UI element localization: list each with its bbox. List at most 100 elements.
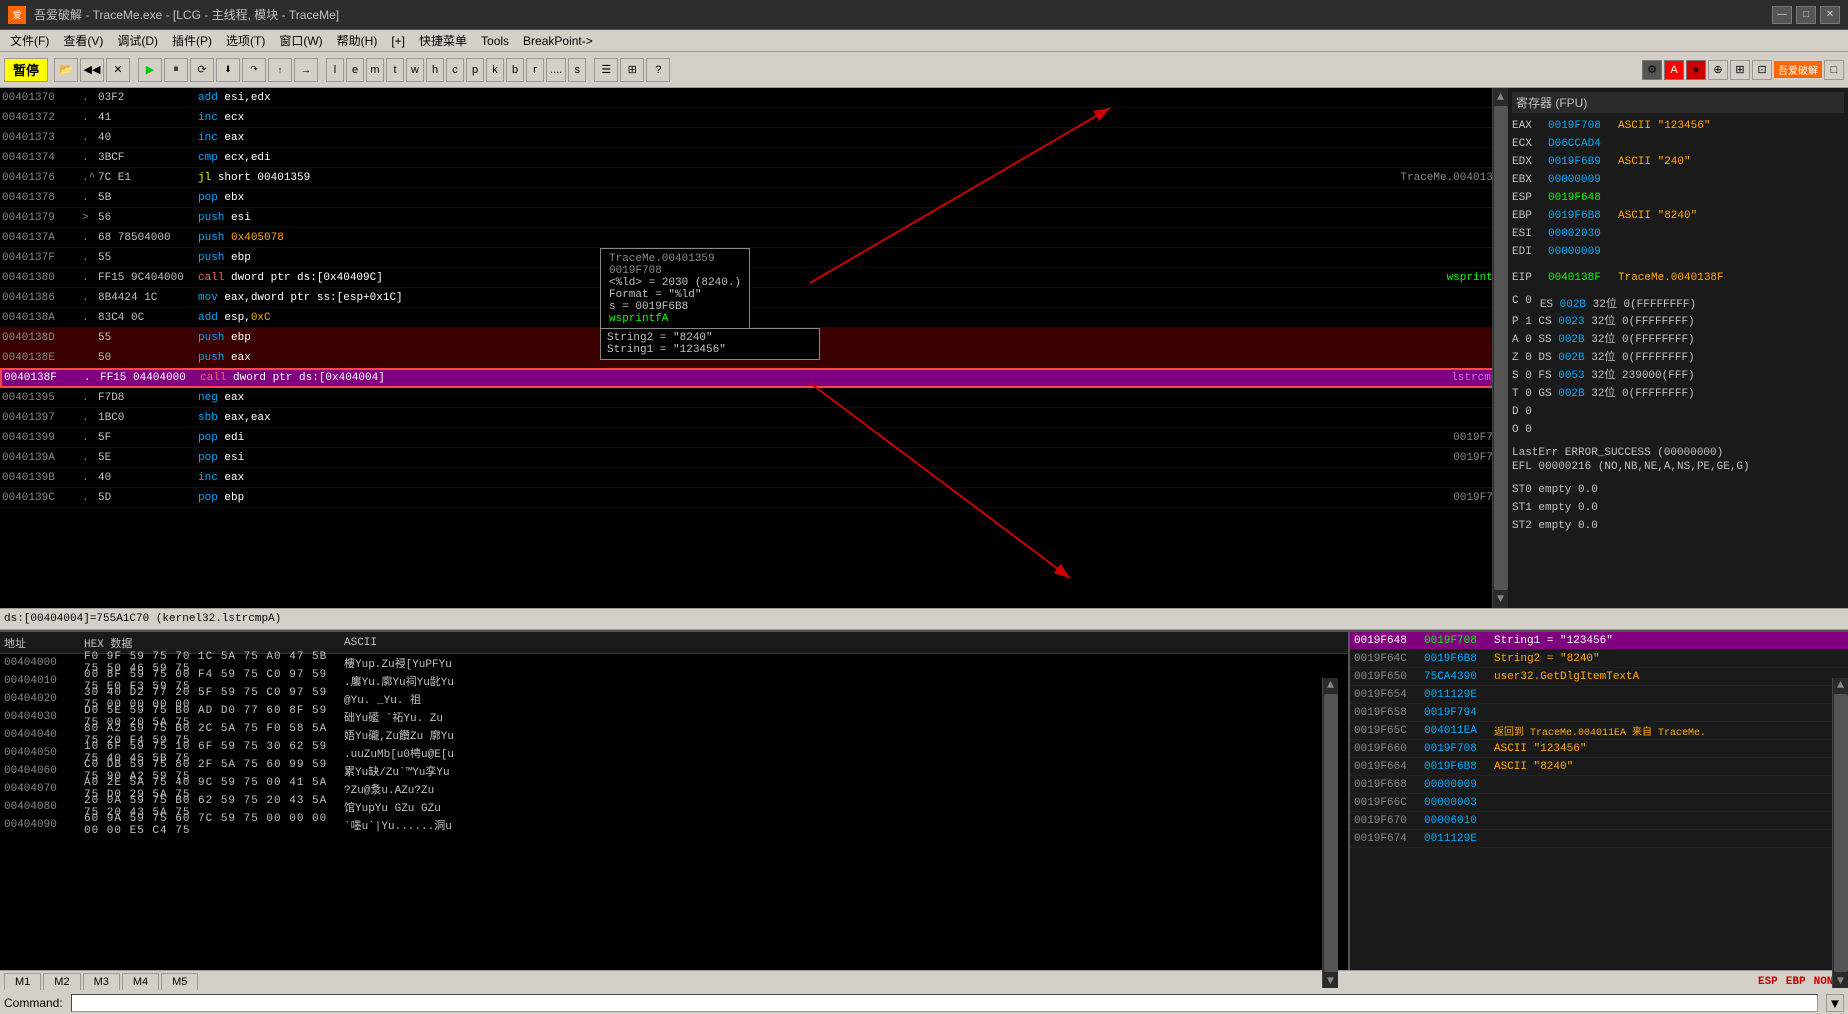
bottom-tabs-bar: M1 M2 M3 M4 M5 ESP EBP NONE	[0, 971, 1848, 993]
tb-r[interactable]: r	[526, 58, 544, 82]
tab-m4[interactable]: M4	[122, 973, 159, 990]
disasm-row[interactable]: 0040139A . 5E pop esi 0019F708	[0, 448, 1508, 468]
hex-scrollbar[interactable]: ▲ ▼	[1322, 678, 1338, 970]
tb-icon-3[interactable]: ●	[1686, 60, 1706, 80]
register-panel: 寄存器 (FPU) EAX 0019F708 ASCII "123456" EC…	[1508, 88, 1848, 608]
stack-row[interactable]: 0019F658 0019F794	[1350, 704, 1848, 722]
disasm-row[interactable]: 00401376 .^ 7C E1 jl short 00401359 Trac…	[0, 168, 1508, 188]
disasm-row[interactable]: 0040139C . 5D pop ebp 0019F708	[0, 488, 1508, 508]
menu-options[interactable]: 选项(T)	[220, 30, 271, 51]
tb-dots[interactable]: ....	[546, 58, 566, 82]
hex-row[interactable]: 00404090 60 9A 59 75 60 7C 59 75 00 00 0…	[0, 816, 1348, 834]
run-button[interactable]: ▶	[138, 58, 162, 82]
reg-esi: ESI 00002030	[1512, 225, 1844, 243]
tb-b[interactable]: b	[506, 58, 524, 82]
tb-c[interactable]: c	[446, 58, 464, 82]
disasm-row[interactable]: 0040139B . 40 inc eax	[0, 468, 1508, 488]
tb-icon-2[interactable]: A	[1664, 60, 1684, 80]
help-icon-button[interactable]: ?	[646, 58, 670, 82]
tb-h[interactable]: h	[426, 58, 444, 82]
tb-p[interactable]: p	[466, 58, 484, 82]
stack-row[interactable]: 0019F64C 0019F6B8 String2 = "8240"	[1350, 650, 1848, 668]
stack-row[interactable]: 0019F66C 00000003	[1350, 794, 1848, 812]
menu-view[interactable]: 查看(V)	[57, 30, 109, 51]
segment-regs: P 1 CS 0023 32位 0(FFFFFFFF) A 0 SS 002B …	[1512, 313, 1844, 439]
menu-shortcuts[interactable]: 快捷菜单	[413, 30, 473, 51]
status-bar: ds:[00404004]=755A1C70 (kernel32.lstrcmp…	[0, 608, 1848, 630]
tb-s[interactable]: s	[568, 58, 586, 82]
stack-scrollbar[interactable]: ▲ ▼	[1832, 678, 1848, 970]
stack-row[interactable]: 0019F660 0019F708 ASCII "123456"	[1350, 740, 1848, 758]
restart-button[interactable]: ⟳	[190, 58, 214, 82]
minimize-button[interactable]: —	[1772, 6, 1792, 24]
disasm-row[interactable]: 00401378 . 5B pop ebx	[0, 188, 1508, 208]
stack-row[interactable]: 0019F650 75CA4390 user32.GetDlgItemTextA	[1350, 668, 1848, 686]
disasm-row[interactable]: 0040137F . 55 push ebp	[0, 248, 1508, 268]
pause-button[interactable]: ⏸	[164, 58, 188, 82]
tb-icon-6[interactable]: ⊡	[1752, 60, 1772, 80]
tb-l[interactable]: l	[326, 58, 344, 82]
disasm-scrollbar[interactable]: ▲ ▼	[1492, 88, 1508, 608]
step-into-button[interactable]: ⬇	[216, 58, 240, 82]
menu-tools[interactable]: Tools	[475, 32, 515, 50]
tb-icon-7[interactable]: □	[1824, 60, 1844, 80]
window-controls: — □ ✕	[1772, 6, 1840, 24]
stack-row[interactable]: 0019F668 00000009	[1350, 776, 1848, 794]
disasm-row[interactable]: 00401386 . 8B4424 1C mov eax,dword ptr s…	[0, 288, 1508, 308]
back-button[interactable]: ◀◀	[80, 58, 104, 82]
footer-esp: ESP	[1758, 976, 1778, 988]
disasm-row[interactable]: 0040137A . 68 78504000 push 0x405078	[0, 228, 1508, 248]
disasm-row[interactable]: 00401374 . 3BCF cmp ecx,edi	[0, 148, 1508, 168]
tb-icon-5[interactable]: ⊞	[1730, 60, 1750, 80]
stack-row[interactable]: 0019F654 0011129E	[1350, 686, 1848, 704]
disasm-row[interactable]: 00401395 . F7D8 neg eax	[0, 388, 1508, 408]
menu-plus[interactable]: [+]	[385, 32, 411, 50]
disasm-row[interactable]: 00401379 > 56 push esi	[0, 208, 1508, 228]
stack-scroll-up[interactable]: ▲	[1837, 678, 1844, 692]
restore-button[interactable]: □	[1796, 6, 1816, 24]
tab-m1[interactable]: M1	[4, 973, 41, 990]
disasm-row[interactable]: 00401373 . 40 inc eax	[0, 128, 1508, 148]
step-out-button[interactable]: ↑	[268, 58, 292, 82]
disasm-row-call1[interactable]: 00401380 . FF15 9C404000 call dword ptr …	[0, 268, 1508, 288]
stack-row[interactable]: 0019F670 00006010	[1350, 812, 1848, 830]
disasm-row[interactable]: 00401397 . 1BC0 sbb eax,eax	[0, 408, 1508, 428]
tab-m2[interactable]: M2	[43, 973, 80, 990]
stack-row-highlighted[interactable]: 0019F648 0019F708 String1 = "123456"	[1350, 632, 1848, 650]
tb-icon-4[interactable]: ⊕	[1708, 60, 1728, 80]
disasm-row[interactable]: 00401399 . 5F pop edi 0019F708	[0, 428, 1508, 448]
tab-m3[interactable]: M3	[83, 973, 120, 990]
step-over-button[interactable]: ↷	[242, 58, 266, 82]
menu-help[interactable]: 帮助(H)	[331, 30, 384, 51]
menu-window[interactable]: 窗口(W)	[273, 30, 328, 51]
reg-edi: EDI 00000009	[1512, 243, 1844, 261]
trace-button[interactable]: →	[294, 58, 318, 82]
disasm-row[interactable]: 0040138A . 83C4 0C add esp,0xC	[0, 308, 1508, 328]
list-view-button[interactable]: ☰	[594, 58, 618, 82]
tb-t[interactable]: t	[386, 58, 404, 82]
open-button[interactable]: 📂	[54, 58, 78, 82]
stop-button[interactable]: ✕	[106, 58, 130, 82]
disasm-row[interactable]: 00401372 . 41 inc ecx	[0, 108, 1508, 128]
tb-k[interactable]: k	[486, 58, 504, 82]
stack-row[interactable]: 0019F65C 004011EA 返回到 TraceMe.004011EA 来…	[1350, 722, 1848, 740]
stack-row[interactable]: 0019F674 0011129E	[1350, 830, 1848, 848]
disasm-row-push-ebp[interactable]: 0040138D 55 push ebp String2 = "8240" St…	[0, 328, 1508, 348]
disasm-row-call-lstrcmp[interactable]: 0040138F . FF15 04404000 call dword ptr …	[0, 368, 1508, 388]
menu-plugins[interactable]: 插件(P)	[166, 30, 218, 51]
close-button[interactable]: ✕	[1820, 6, 1840, 24]
hex-view-button[interactable]: ⊞	[620, 58, 644, 82]
menu-debug[interactable]: 调试(D)	[111, 30, 164, 51]
tb-w[interactable]: w	[406, 58, 424, 82]
menu-file[interactable]: 文件(F)	[4, 30, 55, 51]
disasm-row[interactable]: 00401370 . 03F2 add esi,edx	[0, 88, 1508, 108]
tb-icon-1[interactable]: ⚙	[1642, 60, 1662, 80]
hex-scroll-up[interactable]: ▲	[1327, 678, 1334, 692]
scroll-up-arrow[interactable]: ▲	[1497, 90, 1504, 104]
tb-m[interactable]: m	[366, 58, 384, 82]
tab-m5[interactable]: M5	[161, 973, 198, 990]
tb-e[interactable]: e	[346, 58, 364, 82]
stack-row[interactable]: 0019F664 0019F6B8 ASCII "8240"	[1350, 758, 1848, 776]
menu-breakpoint[interactable]: BreakPoint->	[517, 32, 599, 50]
scroll-down-arrow[interactable]: ▼	[1497, 592, 1504, 606]
